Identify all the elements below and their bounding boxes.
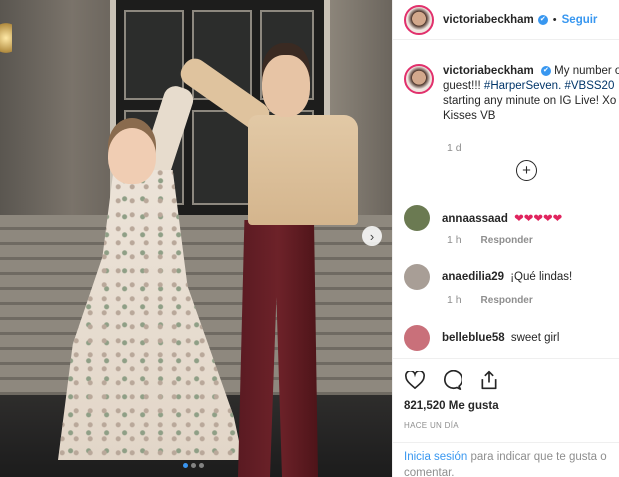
- carousel-dot: [191, 463, 196, 468]
- woman-head: [262, 55, 310, 117]
- header-username[interactable]: victoriabeckham: [443, 14, 534, 26]
- comment-username[interactable]: annaassaad: [442, 213, 508, 225]
- post-header: victoriabeckham ✔ • Seguir: [393, 0, 619, 40]
- actions-bar: 821,520 Me gusta HACE UN DÍA Inicia sesi…: [393, 358, 619, 477]
- verified-badge-icon: ✔: [540, 65, 551, 76]
- chevron-right-icon: ›: [369, 228, 375, 244]
- caption-avatar[interactable]: [404, 64, 434, 94]
- caption: victoriabeckham ✔ My number one guest!!!…: [404, 64, 619, 124]
- comment-item: belleblue58 sweet girl: [404, 325, 619, 351]
- comment-text: anaedilia29 ¡Qué lindas!: [442, 271, 572, 283]
- woman-blouse: [248, 115, 358, 225]
- separator-dot: •: [552, 13, 557, 26]
- heart-icon[interactable]: [404, 369, 426, 391]
- caption-line4: Kisses VB: [443, 110, 496, 122]
- comment-meta: 1 h Responder: [447, 234, 533, 246]
- comment-body: ¡Qué lindas!: [510, 271, 573, 283]
- comment-meta: 1 h Responder: [447, 294, 533, 306]
- post-photo[interactable]: ›: [0, 0, 392, 477]
- post-timestamp: HACE UN DÍA: [404, 421, 459, 430]
- caption-line3: starting any minute on IG Live! Xo: [443, 95, 617, 107]
- comment-time: 1 h: [447, 294, 462, 306]
- photo-lamp: [0, 18, 12, 58]
- comment-item: anaedilia29 ¡Qué lindas!: [404, 264, 619, 290]
- login-link[interactable]: Inicia sesión: [404, 451, 467, 463]
- comment-username[interactable]: anaedilia29: [442, 271, 504, 283]
- comment-avatar[interactable]: [404, 205, 430, 231]
- reply-button[interactable]: Responder: [481, 235, 533, 246]
- comment-avatar[interactable]: [404, 325, 430, 351]
- hashtag-harperseven[interactable]: #HarperSeven.: [484, 80, 561, 92]
- carousel-dot: [199, 463, 204, 468]
- comment-text: annaassaad ❤❤❤❤❤: [442, 211, 562, 225]
- login-prompt: Inicia sesión para indicar que te gusta …: [393, 442, 619, 477]
- girl-head: [108, 128, 156, 184]
- caption-username[interactable]: victoriabeckham: [443, 65, 534, 77]
- load-more-comments-button[interactable]: +: [516, 160, 537, 181]
- plus-icon: +: [522, 162, 531, 179]
- caption-line1: My number one: [554, 65, 619, 77]
- likes-count[interactable]: 821,520 Me gusta: [404, 400, 499, 412]
- post-sidebar: victoriabeckham ✔ • Seguir victoriabeckh…: [392, 0, 619, 477]
- hashtag-vbss20[interactable]: #VBSS20: [564, 80, 614, 92]
- comment-icon[interactable]: [441, 369, 463, 391]
- carousel-dots: [183, 463, 204, 468]
- reply-button[interactable]: Responder: [481, 295, 533, 306]
- avatar[interactable]: [404, 4, 434, 35]
- comment-username[interactable]: belleblue58: [442, 332, 505, 344]
- comment-time: 1 h: [447, 234, 462, 246]
- comment-body: sweet girl: [510, 332, 560, 344]
- caption-time: 1 d: [447, 142, 462, 154]
- comment-body: ❤❤❤❤❤: [514, 213, 563, 225]
- carousel-dot-active: [183, 463, 188, 468]
- carousel-next-button[interactable]: ›: [362, 226, 382, 246]
- comment-text: belleblue58 sweet girl: [442, 332, 559, 344]
- action-icons: [404, 369, 500, 391]
- comment-avatar[interactable]: [404, 264, 430, 290]
- verified-badge-icon: ✔: [537, 14, 548, 25]
- caption-line2: guest!!!: [443, 80, 484, 92]
- follow-button[interactable]: Seguir: [562, 14, 598, 26]
- share-icon[interactable]: [478, 369, 500, 391]
- comment-item: annaassaad ❤❤❤❤❤: [404, 205, 619, 231]
- caption-text: victoriabeckham ✔ My number one guest!!!…: [443, 64, 619, 124]
